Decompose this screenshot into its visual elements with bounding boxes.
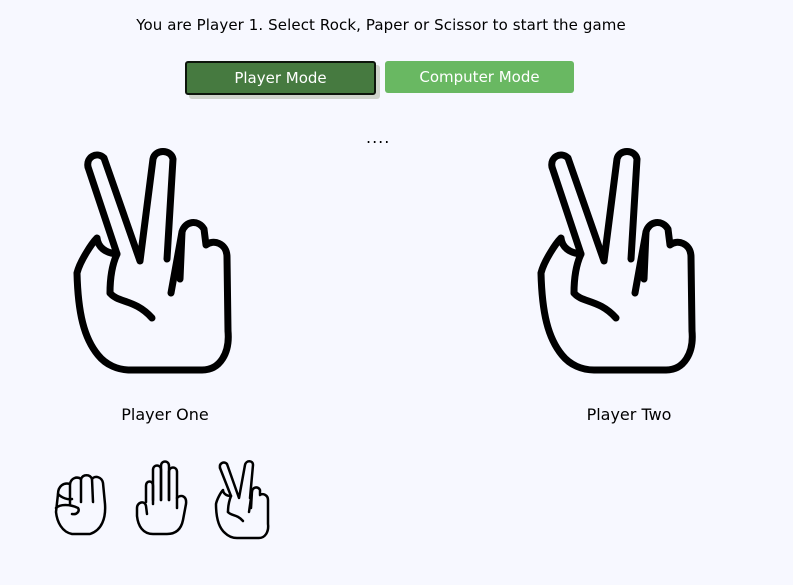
scissor-hand-icon	[214, 460, 270, 540]
paper-choice-button[interactable]	[131, 458, 191, 540]
computer-mode-button[interactable]: Computer Mode	[385, 61, 574, 93]
player-one-hand	[70, 143, 240, 383]
paper-hand-icon	[135, 460, 188, 536]
player-mode-button[interactable]: Player Mode	[185, 61, 376, 95]
scissor-hand-icon	[537, 148, 696, 374]
rock-hand-icon	[54, 474, 107, 536]
player-one-label: Player One	[121, 405, 209, 424]
player-two-hand	[534, 143, 704, 383]
scissor-hand-icon	[73, 148, 232, 374]
player-two-label: Player Two	[586, 405, 672, 424]
rock-choice-button[interactable]	[50, 458, 110, 540]
game-status: ....	[366, 128, 391, 147]
instruction-text: You are Player 1. Select Rock, Paper or …	[136, 16, 626, 34]
scissor-choice-button[interactable]	[212, 458, 272, 540]
